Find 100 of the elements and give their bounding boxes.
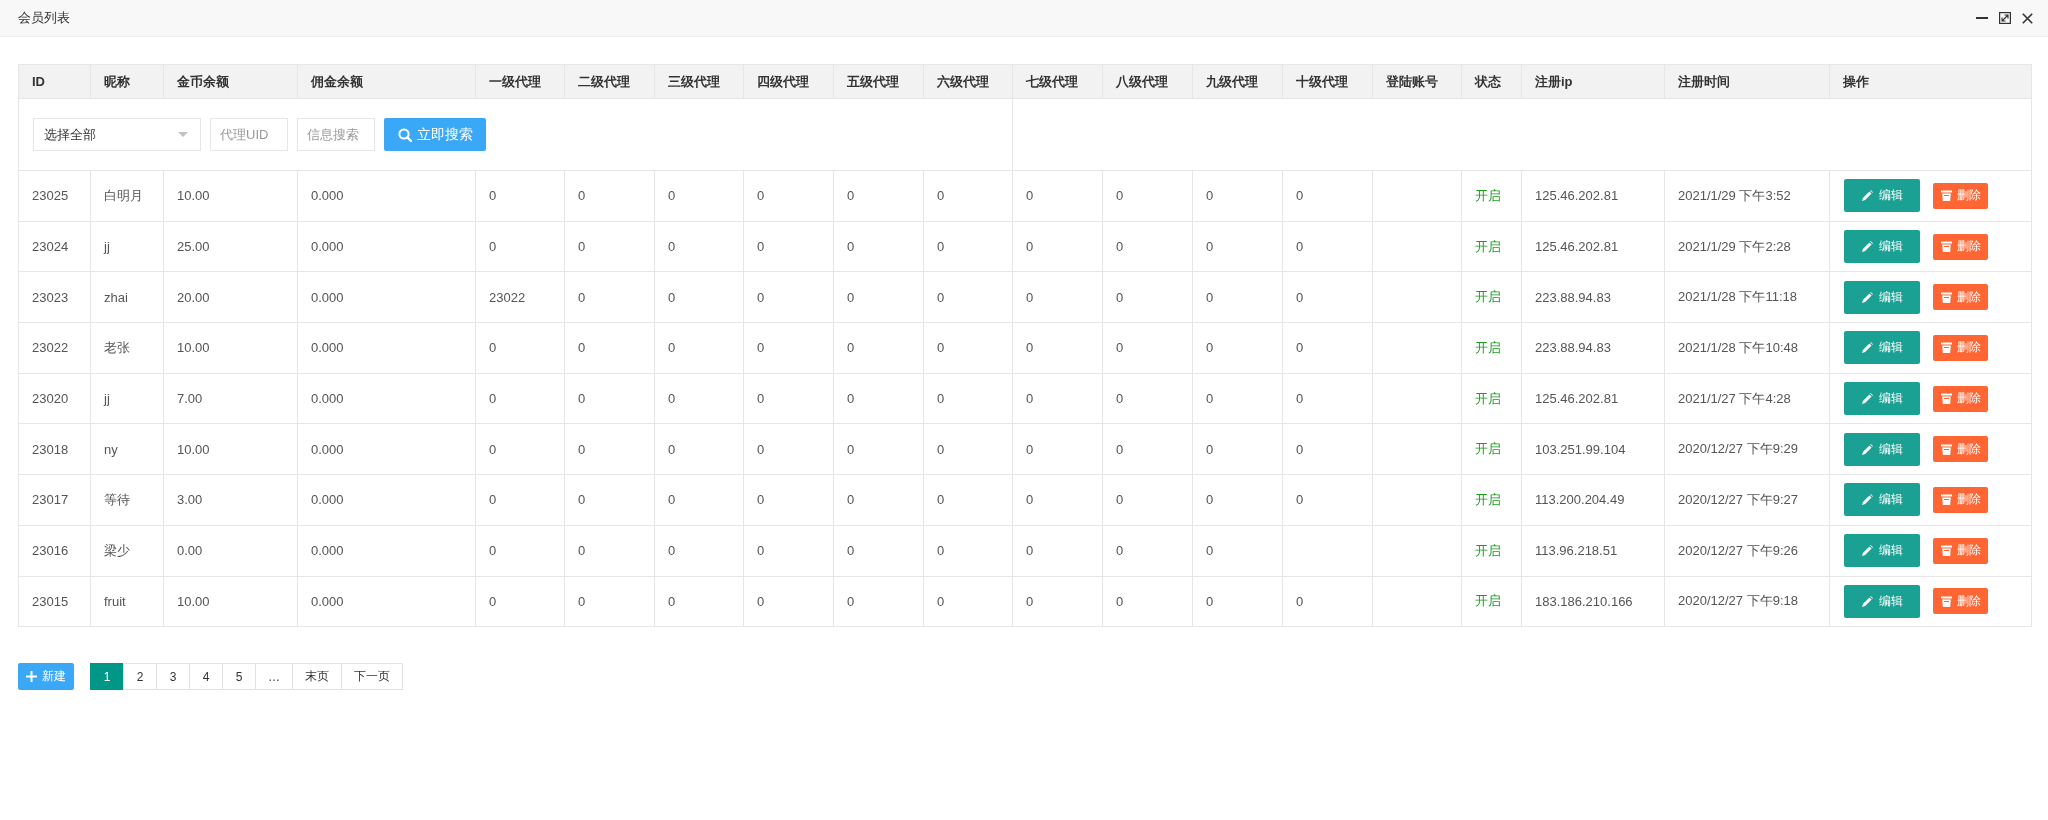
table-cell: 0 — [654, 423, 744, 475]
page-button[interactable]: 4 — [189, 663, 223, 691]
edit-button[interactable]: 编辑 — [1844, 179, 1920, 213]
delete-button[interactable]: 删除 — [1933, 182, 1988, 209]
table-cell: 0 — [743, 576, 834, 627]
delete-button[interactable]: 删除 — [1933, 436, 1988, 463]
table-cell: 0 — [833, 373, 924, 424]
edit-button[interactable]: 编辑 — [1844, 382, 1920, 416]
column-header: 注册时间 — [1664, 64, 1830, 99]
page-button[interactable]: 5 — [222, 663, 256, 691]
table-cell: 0 — [1012, 474, 1103, 526]
table-cell: 0 — [743, 170, 834, 222]
table-cell: 23022 — [475, 271, 565, 323]
table-cell: zhai — [90, 271, 164, 323]
table-cell: 20.00 — [163, 271, 298, 323]
table-cell: 0 — [1012, 525, 1103, 576]
page-button[interactable]: 2 — [123, 663, 157, 691]
table-cell: 0 — [833, 271, 924, 323]
delete-button[interactable]: 删除 — [1933, 284, 1988, 311]
edit-button[interactable]: 编辑 — [1844, 432, 1920, 466]
trash-icon — [1940, 393, 1952, 405]
trash-icon — [1940, 241, 1952, 253]
edit-button[interactable]: 编辑 — [1844, 230, 1920, 264]
table-cell: 0 — [1192, 474, 1283, 526]
table-cell: 0 — [923, 423, 1013, 475]
table-cell: 0.000 — [297, 322, 476, 374]
column-header: 八级代理 — [1102, 64, 1193, 99]
table-cell: 23015 — [18, 576, 91, 627]
delete-button[interactable]: 删除 — [1933, 537, 1988, 564]
table-cell: 0 — [1192, 322, 1283, 374]
table-cell: 0 — [1012, 322, 1103, 374]
delete-button[interactable]: 删除 — [1933, 486, 1988, 513]
status-cell: 开启 — [1461, 322, 1522, 374]
edit-button[interactable]: 编辑 — [1844, 534, 1920, 568]
delete-button[interactable]: 删除 — [1933, 334, 1988, 361]
trash-icon — [1940, 595, 1952, 607]
table-cell: 0 — [833, 170, 924, 222]
table-cell: 0.000 — [297, 423, 476, 475]
delete-button[interactable]: 删除 — [1933, 385, 1988, 412]
table-cell: 0 — [923, 221, 1013, 272]
table-cell: 0.000 — [297, 271, 476, 323]
page-button[interactable]: 1 — [90, 663, 124, 691]
table-cell: 2020/12/27 下午9:27 — [1664, 474, 1830, 526]
pencil-icon — [1861, 291, 1873, 303]
page-button[interactable]: 3 — [156, 663, 190, 691]
table-cell: 0 — [743, 221, 834, 272]
table-cell: 0 — [923, 322, 1013, 374]
edit-button[interactable]: 编辑 — [1844, 280, 1920, 314]
table-cell: 0 — [654, 373, 744, 424]
table-cell: 0 — [1102, 373, 1193, 424]
table-cell: 0 — [923, 170, 1013, 222]
status-cell: 开启 — [1461, 271, 1522, 323]
trash-icon — [1940, 494, 1952, 506]
edit-button[interactable]: 编辑 — [1844, 483, 1920, 517]
table-cell: jj — [90, 373, 164, 424]
table-cell: 2021/1/28 下午11:18 — [1664, 271, 1830, 323]
status-cell: 开启 — [1461, 525, 1522, 576]
table-cell: 0.00 — [163, 525, 298, 576]
close-icon[interactable] — [2022, 12, 2033, 24]
search-button[interactable]: 立即搜索 — [384, 118, 486, 151]
table-cell: 0 — [654, 170, 744, 222]
agent-uid-field[interactable]: 代理UID — [210, 118, 288, 151]
table-cell: 0 — [475, 423, 565, 475]
page-button[interactable]: 下一页 — [341, 663, 403, 691]
table-cell: 0 — [475, 322, 565, 374]
info-search-field[interactable]: 信息搜索 — [297, 118, 375, 151]
table-cell: 0.000 — [297, 373, 476, 424]
table-cell: 0 — [654, 474, 744, 526]
table-cell: 0 — [1102, 271, 1193, 323]
select-field[interactable]: 选择全部 — [33, 118, 201, 151]
delete-button[interactable]: 删除 — [1933, 233, 1988, 260]
page-button[interactable]: … — [255, 663, 293, 691]
table-cell: 0 — [475, 525, 565, 576]
table-cell: 0 — [475, 221, 565, 272]
table-cell: 0 — [654, 322, 744, 374]
table-cell: 23020 — [18, 373, 91, 424]
edit-button[interactable]: 编辑 — [1844, 331, 1920, 365]
table-cell: 10.00 — [163, 576, 298, 627]
table-cell: 23024 — [18, 221, 91, 272]
delete-button[interactable]: 删除 — [1933, 588, 1988, 615]
page-button[interactable]: 末页 — [292, 663, 342, 691]
pencil-icon — [1861, 494, 1873, 506]
column-header: 昵称 — [90, 64, 164, 99]
table-cell: 0 — [564, 322, 655, 374]
table-cell: 113.200.204.49 — [1521, 474, 1665, 526]
column-header: 六级代理 — [923, 64, 1013, 99]
maximize-icon[interactable] — [1999, 12, 2011, 24]
new-button[interactable]: 新建 — [18, 663, 74, 691]
table-cell: 0 — [1012, 423, 1103, 475]
column-header: 九级代理 — [1192, 64, 1283, 99]
edit-button[interactable]: 编辑 — [1844, 584, 1920, 618]
column-header: 一级代理 — [475, 64, 565, 99]
table-cell: 25.00 — [163, 221, 298, 272]
table-cell: 0 — [654, 271, 744, 323]
status-cell: 开启 — [1461, 221, 1522, 272]
table-cell: fruit — [90, 576, 164, 627]
column-header: ID — [18, 64, 91, 99]
column-header: 五级代理 — [833, 64, 924, 99]
table-cell: 0.000 — [297, 576, 476, 627]
table-cell: 0 — [1102, 576, 1193, 627]
